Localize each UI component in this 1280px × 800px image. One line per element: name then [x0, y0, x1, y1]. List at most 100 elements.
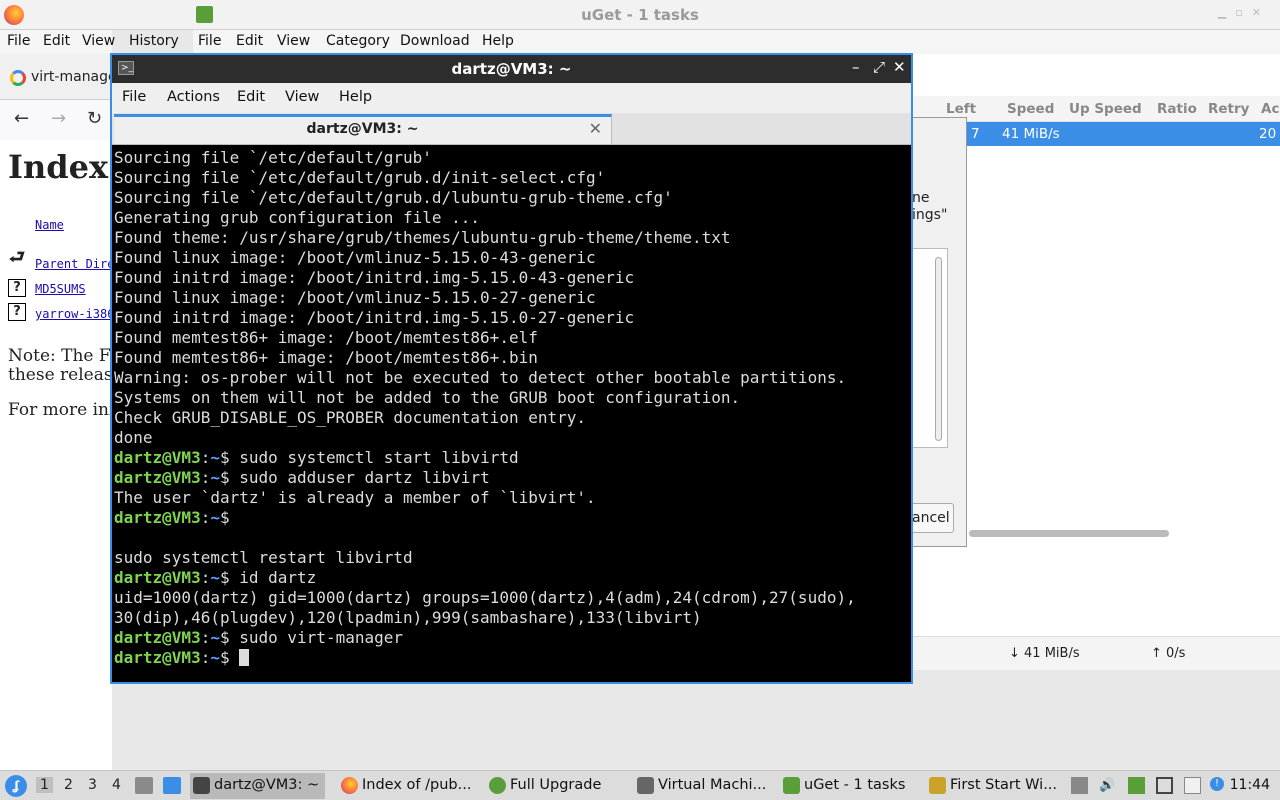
task-virtual-machine[interactable]: Virtual Machi...	[634, 773, 774, 799]
terminal-output-line: Warning: os-prober will not be executed …	[114, 368, 847, 387]
terminal-menubar: File Actions Edit View Help	[112, 83, 911, 113]
terminal-output-line: Check GRUB_DISABLE_OS_PROBER documentati…	[114, 408, 587, 427]
task-uget[interactable]: uGet - 1 tasks	[780, 773, 920, 799]
task-label: Index of /pub...	[362, 777, 472, 793]
maximize-icon[interactable]: ⤢	[873, 58, 885, 76]
terminal-menu-file[interactable]: File	[122, 89, 146, 105]
forward-arrow-icon[interactable]: →	[51, 108, 66, 129]
uget-window-controls[interactable]: ▁▫✕	[1218, 6, 1270, 19]
cancel-button[interactable]: ancel	[912, 503, 954, 533]
terminal-output-line: Found theme: /usr/share/grub/themes/lubu…	[114, 228, 731, 247]
volume-icon[interactable]: 🔊	[1099, 777, 1116, 794]
minimize-icon[interactable]: –	[852, 58, 860, 76]
reload-icon[interactable]: ↻	[87, 108, 102, 129]
terminal-output-line: Sourcing file `/etc/default/grub.d/init-…	[114, 168, 606, 187]
task-label: dartz@VM3: ~	[214, 777, 320, 793]
uget-icon	[783, 777, 800, 794]
md5sums-link[interactable]: MD5SUMS	[35, 282, 86, 296]
unknown-file-icon: ?	[8, 303, 26, 321]
terminal-window[interactable]: >_ dartz@VM3: ~ – ⤢ ✕ File Actions Edit …	[110, 53, 913, 684]
file-manager-icon[interactable]	[135, 777, 153, 794]
uget-menubar: File Edit View Category Download Help	[193, 30, 1280, 54]
uget-column-header: Left Speed Up Speed Ratio Retry Ac	[913, 96, 1280, 122]
workspace-4[interactable]: 4	[112, 777, 121, 793]
show-desktop-icon[interactable]	[163, 777, 181, 794]
terminal-titlebar[interactable]: >_ dartz@VM3: ~ – ⤢ ✕	[112, 55, 911, 83]
task-terminal[interactable]: dartz@VM3: ~	[190, 773, 325, 799]
command-text: $	[219, 508, 230, 527]
column-up-speed[interactable]: Up Speed	[1069, 101, 1142, 117]
dialog-list-scrollbar[interactable]	[935, 257, 942, 441]
prompt-path: ~	[210, 508, 220, 527]
desktop: uGet - 1 tasks ▁▫✕ File Edit View Histor…	[0, 0, 1280, 800]
terminal-tabbar: dartz@VM3: ~ ✕	[112, 113, 911, 145]
firefox-page-content: Index Name ⮐ Parent Dire ? MD5SUMS ? yar…	[0, 140, 112, 770]
column-left[interactable]: Left	[946, 101, 976, 117]
firefox-menu-history[interactable]: History	[129, 33, 179, 49]
close-icon[interactable]: ✕	[893, 58, 906, 76]
firefox-icon	[341, 777, 358, 794]
terminal-output-line: Systems on them will not be added to the…	[114, 388, 741, 407]
start-menu-icon[interactable]: ʆ	[5, 775, 27, 797]
uget-tray-icon[interactable]	[1128, 777, 1145, 794]
workspace-1[interactable]: 1	[36, 777, 53, 793]
terminal-output-line: Sourcing file `/etc/default/grub.d/lubun…	[114, 188, 673, 207]
terminal-prompt-line[interactable]: dartz@VM3:~$	[114, 648, 911, 668]
back-arrow-icon[interactable]: ←	[14, 108, 29, 129]
column-added[interactable]: Ac	[1261, 101, 1279, 117]
prompt-colon: :	[200, 648, 211, 667]
terminal-output-line: Found memtest86+ image: /boot/memtest86+…	[114, 328, 538, 347]
horizontal-scrollbar[interactable]	[969, 530, 1169, 537]
firefox-navbar: ← → ↻	[0, 100, 112, 140]
display-icon[interactable]	[1156, 777, 1173, 794]
terminal-menu-edit[interactable]: Edit	[237, 89, 265, 105]
gear-icon	[489, 777, 506, 794]
column-retry[interactable]: Retry	[1208, 101, 1249, 117]
prompt-path: ~	[210, 628, 220, 647]
firefox-menu-view[interactable]: View	[82, 33, 115, 49]
prompt-colon: :	[200, 628, 211, 647]
parent-directory-link[interactable]: Parent Dire	[35, 257, 112, 271]
note-text-line1: Note: The Fe	[8, 346, 112, 366]
terminal-menu-view[interactable]: View	[285, 89, 319, 105]
terminal-output-line: Generating grub configuration file ...	[114, 208, 481, 227]
command-text: $ sudo adduser dartz libvirt	[219, 468, 490, 487]
workspace-2[interactable]: 2	[64, 777, 73, 793]
terminal-screen[interactable]: Sourcing file `/etc/default/grub' Sourci…	[112, 145, 911, 682]
uget-menu-download[interactable]: Download	[400, 33, 470, 49]
upload-speed-status: ↑ 0/s	[1151, 646, 1186, 661]
name-column-link[interactable]: Name	[35, 218, 64, 232]
uget-titlebar[interactable]: uGet - 1 tasks ▁▫✕	[0, 0, 1280, 30]
dialog-list[interactable]	[912, 248, 948, 448]
firefox-tab[interactable]: virt-manage	[0, 64, 117, 94]
uget-menu-file[interactable]: File	[198, 33, 221, 49]
uget-menu-category[interactable]: Category	[326, 33, 390, 49]
clipboard-icon[interactable]	[1071, 777, 1088, 794]
firefox-tabbar: virt-manage	[0, 54, 117, 100]
download-row[interactable]: 7 41 MiB/s 20	[913, 122, 1280, 146]
task-first-start[interactable]: First Start Wi...	[926, 773, 1066, 799]
task-firefox[interactable]: Index of /pub...	[338, 773, 478, 799]
clock[interactable]: 11:44	[1230, 777, 1270, 793]
command-text: $ sudo systemctl start libvirtd	[219, 448, 519, 467]
column-speed[interactable]: Speed	[1007, 101, 1054, 117]
notes-icon[interactable]	[1184, 777, 1201, 794]
terminal-output-line: 30(dip),46(plugdev),120(lpadmin),999(sam…	[114, 608, 702, 627]
tab-close-icon[interactable]: ✕	[589, 119, 602, 138]
info-icon[interactable]: !	[1210, 777, 1224, 791]
prompt-user: dartz@VM3	[114, 468, 201, 487]
terminal-output-line: The user `dartz' is already a member of …	[114, 488, 596, 507]
uget-menu-view[interactable]: View	[277, 33, 310, 49]
terminal-prompt-line: dartz@VM3:~$	[114, 508, 911, 528]
firefox-menu-file[interactable]: File	[7, 33, 30, 49]
workspace-3[interactable]: 3	[88, 777, 97, 793]
uget-menu-help[interactable]: Help	[482, 33, 514, 49]
column-ratio[interactable]: Ratio	[1157, 101, 1197, 117]
yarrow-iso-link[interactable]: yarrow-i386	[35, 307, 112, 321]
terminal-tab[interactable]: dartz@VM3: ~ ✕	[114, 114, 612, 144]
task-full-upgrade[interactable]: Full Upgrade	[486, 773, 616, 799]
terminal-menu-help[interactable]: Help	[339, 89, 372, 105]
terminal-menu-actions[interactable]: Actions	[167, 89, 220, 105]
uget-menu-edit[interactable]: Edit	[236, 33, 263, 49]
firefox-menu-edit[interactable]: Edit	[43, 33, 70, 49]
